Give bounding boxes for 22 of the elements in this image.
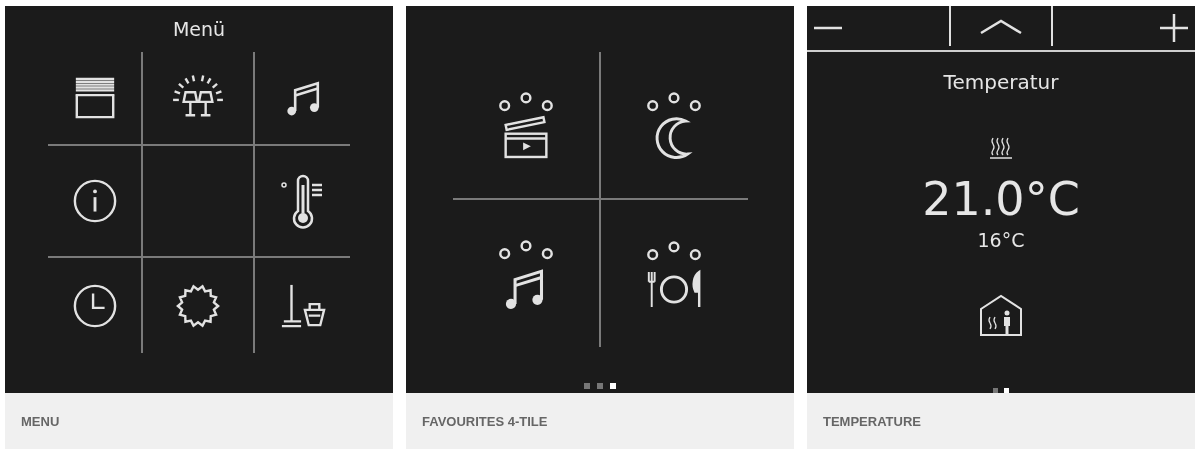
plus-icon: [1159, 13, 1189, 43]
setpoint-value: 16°C: [977, 228, 1025, 251]
screen-title: Menü: [172, 18, 226, 40]
caret-up-icon: [980, 17, 1022, 35]
screen-title: Temperatur: [943, 70, 1059, 94]
caption-label: FAVOURITES 4-TILE: [422, 413, 548, 429]
minus-icon: [813, 26, 843, 30]
heating-icon: [989, 136, 1013, 160]
house-person-icon: [978, 292, 1024, 339]
caret-up-button[interactable]: [949, 6, 1053, 46]
menu-tile[interactable]: [48, 146, 143, 258]
menu-tile[interactable]: [143, 146, 255, 258]
favourite-tile[interactable]: [452, 52, 601, 200]
caption-label: TEMPERATURE: [823, 413, 921, 429]
temperature-value: 21.0°C: [922, 174, 1080, 225]
info-icon: [71, 178, 118, 224]
mop-bucket-icon: [279, 282, 326, 329]
clock-icon: [71, 282, 118, 329]
menu-tile[interactable]: [143, 52, 255, 146]
caption-label: MENU: [21, 413, 60, 429]
cog-icon: [175, 282, 221, 329]
menu-tile[interactable]: [48, 52, 143, 146]
